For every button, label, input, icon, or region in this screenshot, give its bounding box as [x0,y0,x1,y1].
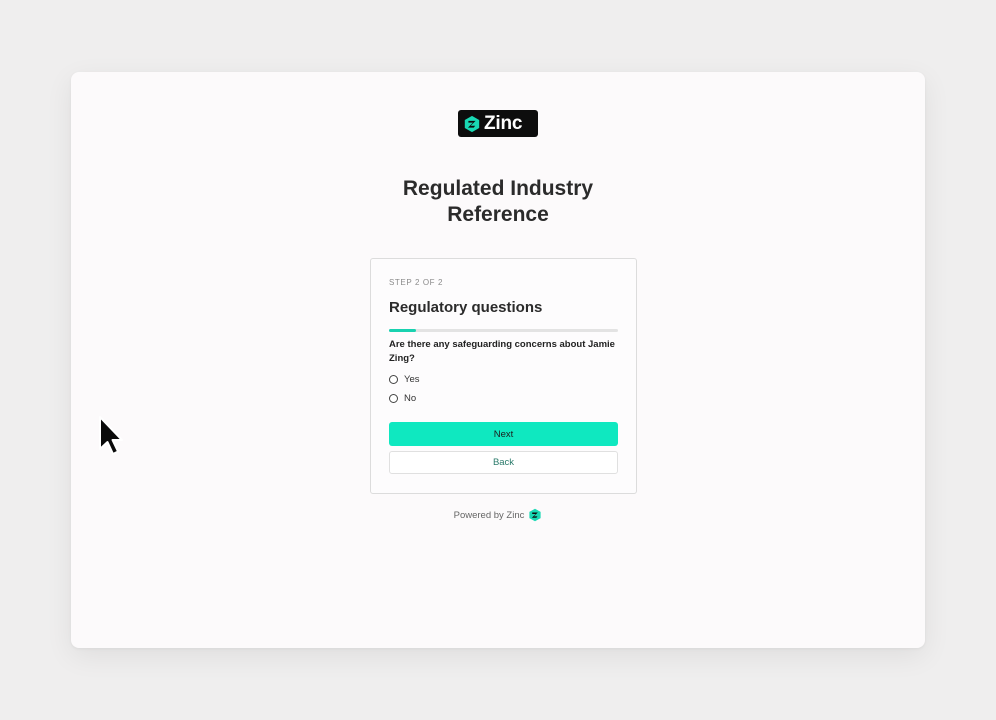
logo-wordmark: Zinc [484,113,523,134]
zinc-logo-icon [464,115,480,132]
question-text: Are there any safeguarding concerns abou… [389,339,615,364]
zinc-logo: Zinc [458,110,538,137]
page-title: Regulated Industry Reference [71,176,925,228]
progress-bar [389,329,618,332]
option-no[interactable]: No [389,393,416,404]
progress-bar-fill [389,329,417,332]
section-title: Regulatory questions [389,299,543,316]
page-title-line-1: Regulated Industry [402,177,594,200]
zinc-small-logo-icon [529,508,541,522]
mouse-pointer-icon [99,416,123,455]
page-title-line-2: Reference [447,203,549,226]
form-card: STEP 2 OF 2 Regulatory questions Are the… [370,258,637,494]
reference-form-page: Zinc Regulated Industry Reference STEP 2… [71,72,925,648]
next-button[interactable]: Next [389,422,618,446]
back-button[interactable]: Back [389,451,618,474]
option-yes[interactable]: Yes [389,374,420,385]
option-no-label: No [404,393,417,404]
radio-no[interactable] [389,394,398,403]
step-indicator: STEP 2 OF 2 [389,278,444,287]
radio-yes[interactable] [389,375,398,384]
powered-by-footer: Powered by Zinc [71,508,925,522]
powered-by-text: Powered by Zinc [453,509,525,521]
option-yes-label: Yes [404,374,420,385]
